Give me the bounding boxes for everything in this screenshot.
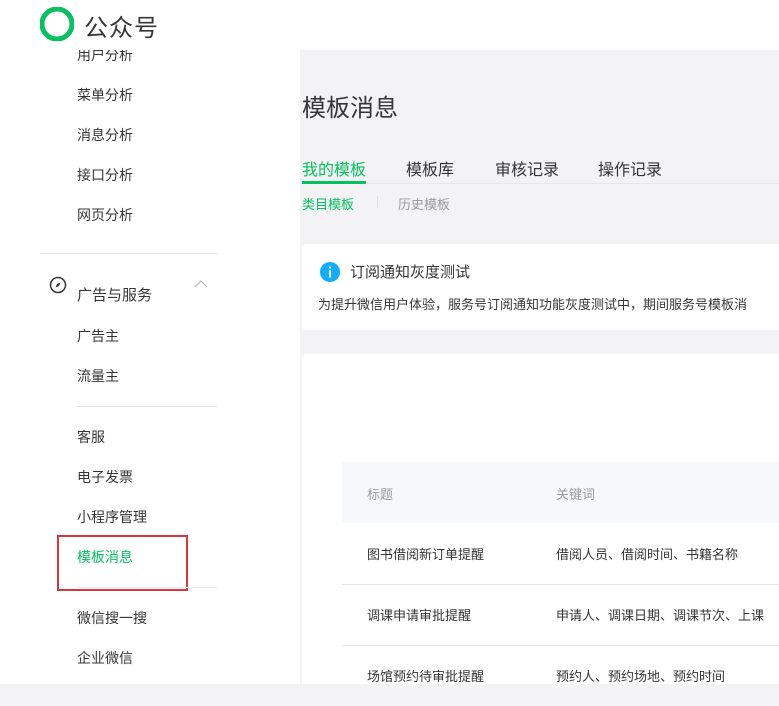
column-header-title: 标题 [367, 488, 394, 503]
top-bar: 公众号 [0, 0, 779, 50]
cell-title: 场馆预约待审批提醒 [367, 670, 485, 685]
tab-my-templates[interactable]: 我的模板 [302, 156, 366, 180]
tab-review-records[interactable]: 审核记录 [495, 156, 559, 180]
sidebar-item-message-analysis[interactable]: 消息分析 [77, 125, 133, 145]
cell-keywords: 申请人、调课日期、调课节次、上课 [556, 609, 765, 624]
sidebar-item-mini-program[interactable]: 小程序管理 [77, 507, 147, 527]
tabs-divider [302, 183, 779, 184]
page-title: 模板消息 [302, 94, 398, 122]
sidebar-item-web-analysis[interactable]: 网页分析 [77, 205, 133, 225]
sidebar-divider [77, 406, 217, 407]
sidebar-divider [77, 587, 217, 588]
notice-text: 为提升微信用户体验，服务号订阅通知功能灰度测试中，期间服务号模板消 [318, 298, 748, 313]
highlight-box [57, 535, 188, 591]
brand-title[interactable]: 公众号 [84, 8, 159, 43]
sidebar-divider [40, 253, 218, 254]
chevron-up-icon[interactable] [194, 279, 208, 289]
table-row[interactable]: 场馆预约待审批提醒 预约人、预约场地、预约时间 [342, 645, 779, 706]
sidebar-item-e-invoice[interactable]: 电子发票 [77, 467, 133, 487]
tab-template-library[interactable]: 模板库 [406, 156, 454, 180]
tab-operation-records[interactable]: 操作记录 [598, 156, 662, 180]
subtab-history-templates[interactable]: 历史模板 [398, 194, 450, 213]
cell-title: 图书借阅新订单提醒 [367, 548, 485, 563]
wechat-logo-icon[interactable] [40, 7, 74, 41]
sidebar-item-menu-analysis[interactable]: 菜单分析 [77, 85, 133, 105]
table-row[interactable]: 图书借阅新订单提醒 借阅人员、借阅时间、书籍名称 [342, 523, 779, 585]
sidebar-item-advertiser[interactable]: 广告主 [77, 326, 119, 346]
cell-keywords: 预约人、预约场地、预约时间 [556, 670, 726, 685]
info-icon [320, 262, 340, 282]
notice-title: 订阅通知灰度测试 [350, 263, 471, 281]
table-row[interactable]: 调课申请审批提醒 申请人、调课日期、调课节次、上课 [342, 584, 779, 646]
cell-keywords: 借阅人员、借阅时间、书籍名称 [556, 548, 739, 563]
compass-icon [49, 276, 67, 294]
sidebar-item-wechat-search[interactable]: 微信搜一搜 [77, 608, 147, 628]
cell-title: 调课申请审批提醒 [367, 609, 472, 624]
sidebar-item-wecom[interactable]: 企业微信 [77, 648, 133, 668]
notice-banner: 订阅通知灰度测试 为提升微信用户体验，服务号订阅通知功能灰度测试中，期间服务号模… [302, 244, 779, 330]
sidebar-group-ads-services[interactable]: 广告与服务 [77, 284, 152, 305]
sidebar-item-api-analysis[interactable]: 接口分析 [77, 165, 133, 185]
sidebar-item-customer-service[interactable]: 客服 [77, 427, 105, 447]
column-header-keywords: 关键词 [556, 488, 596, 503]
table-header: 标题 关键词 [342, 462, 779, 523]
template-card: 标题 关键词 图书借阅新订单提醒 借阅人员、借阅时间、书籍名称 调课申请审批提醒… [302, 354, 779, 685]
subtab-category-templates[interactable]: 类目模板 [302, 194, 354, 213]
subtab-separator [377, 196, 378, 208]
active-tab-indicator [302, 181, 366, 184]
sidebar: 用户分析 菜单分析 消息分析 接口分析 网页分析 广告与服务 广告主 流量主 客… [0, 48, 300, 684]
sidebar-item-traffic-owner[interactable]: 流量主 [77, 366, 119, 386]
